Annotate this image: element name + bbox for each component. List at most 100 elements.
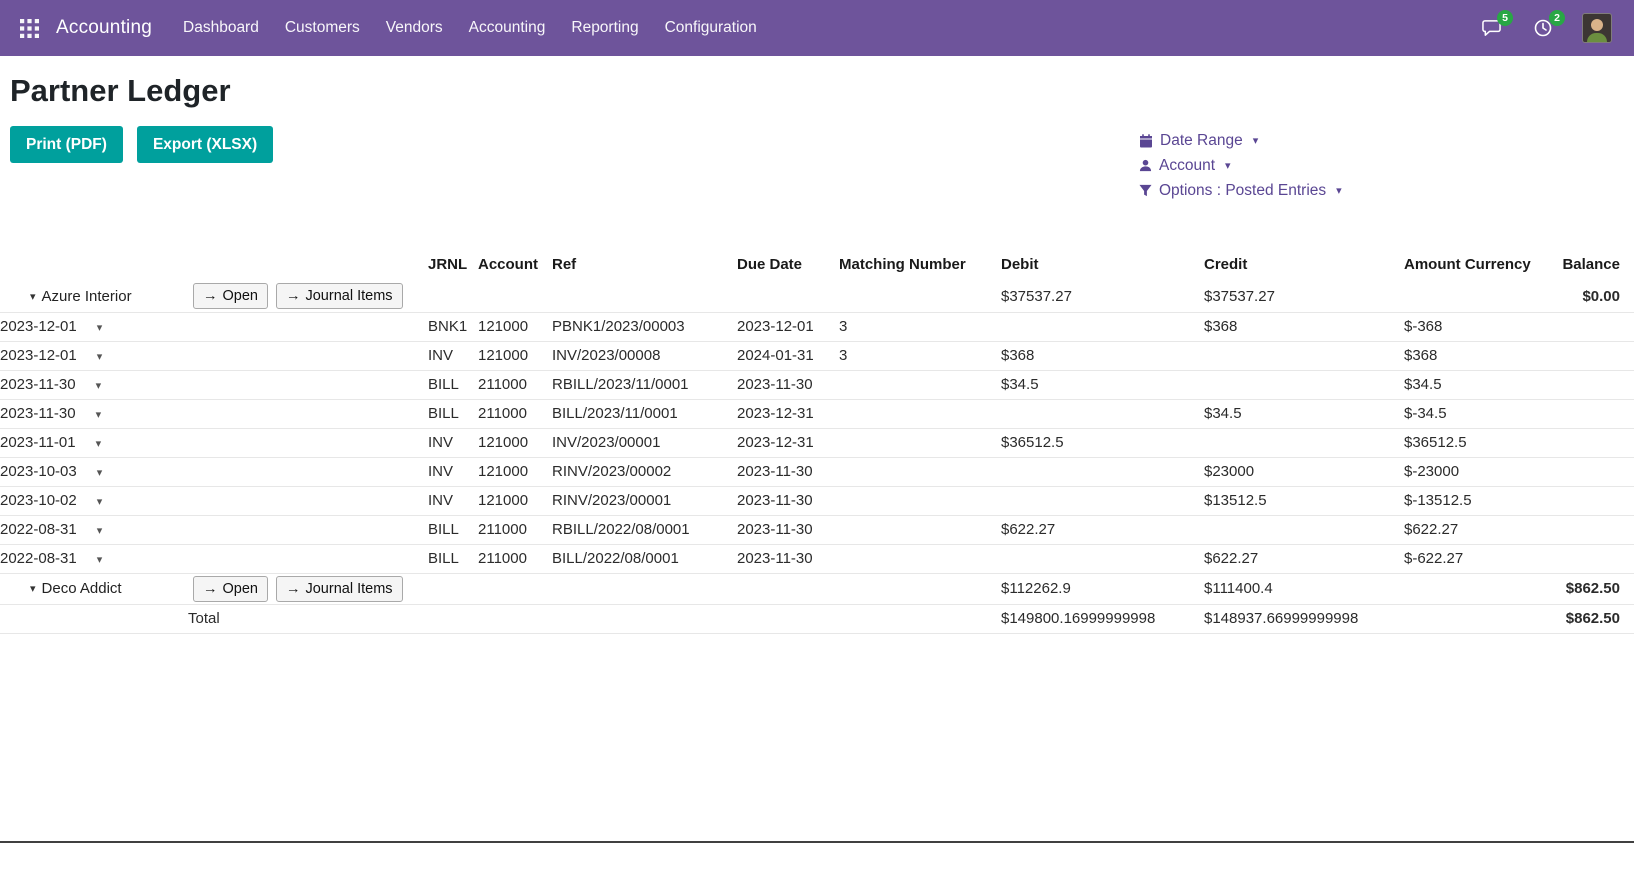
navbar-systray: 5 2	[1478, 13, 1634, 43]
due-date-cell: 2023-12-31	[737, 399, 839, 428]
matching-cell	[839, 486, 1001, 515]
ref-cell: RINV/2023/00002	[552, 457, 737, 486]
ref-cell: PBNK1/2023/00003	[552, 312, 737, 341]
account-cell: 211000	[478, 515, 552, 544]
debit-cell	[1001, 399, 1204, 428]
journal-items-button[interactable]: → Journal Items	[276, 283, 403, 309]
journal-items-button[interactable]: → Journal Items	[276, 576, 403, 602]
messages-icon[interactable]: 5	[1478, 16, 1504, 40]
open-button-label: Open	[223, 288, 258, 304]
caret-down-icon[interactable]: ▾	[97, 554, 103, 566]
caret-down-icon[interactable]: ▾	[97, 322, 103, 334]
jrnl-cell: BILL	[428, 399, 478, 428]
move-date: 2023-11-30	[0, 376, 76, 393]
menu-dashboard[interactable]: Dashboard	[170, 0, 272, 56]
caret-down-icon[interactable]: ▾	[97, 467, 103, 479]
move-date: 2023-10-03	[0, 463, 77, 480]
debit-cell: $37537.27	[1001, 281, 1204, 312]
account-cell: 121000	[478, 428, 552, 457]
balance-cell	[1561, 544, 1634, 573]
ref-cell: INV/2023/00001	[552, 428, 737, 457]
move-date: 2023-11-01	[0, 434, 76, 451]
caret-down-icon[interactable]: ▾	[97, 351, 103, 363]
matching-cell	[839, 428, 1001, 457]
balance-cell	[1561, 370, 1634, 399]
account-cell: 211000	[478, 370, 552, 399]
ref-cell: RINV/2023/00001	[552, 486, 737, 515]
ledger-line-row: 2023-10-03▾ INV 121000 RINV/2023/00002 2…	[0, 457, 1634, 486]
ledger-line-row: 2023-11-30▾ BILL 211000 BILL/2023/11/000…	[0, 399, 1634, 428]
total-label: Total	[0, 604, 1001, 633]
apps-grid-glyph	[20, 19, 39, 38]
credit-cell: $111400.4	[1204, 573, 1404, 604]
caret-down-icon[interactable]: ▾	[96, 438, 102, 450]
account-cell: 121000	[478, 457, 552, 486]
credit-cell: $23000	[1204, 457, 1404, 486]
amount-currency-cell: $36512.5	[1404, 428, 1561, 457]
filter-options[interactable]: Options : Posted Entries ▾	[1139, 178, 1342, 203]
caret-down-icon[interactable]: ▾	[96, 409, 102, 421]
filter-account[interactable]: Account ▾	[1139, 153, 1342, 178]
activities-icon[interactable]: 2	[1530, 16, 1556, 40]
matching-cell	[839, 515, 1001, 544]
move-date: 2023-12-01	[0, 318, 77, 335]
ledger-line-row: 2023-12-01▾ BNK1 121000 PBNK1/2023/00003…	[0, 312, 1634, 341]
user-avatar[interactable]	[1582, 13, 1612, 43]
header-jrnl: JRNL	[428, 247, 478, 281]
ref-cell: RBILL/2022/08/0001	[552, 515, 737, 544]
due-date-cell: 2023-11-30	[737, 486, 839, 515]
matching-cell: 3	[839, 341, 1001, 370]
due-date-cell: 2023-11-30	[737, 370, 839, 399]
menu-accounting[interactable]: Accounting	[456, 0, 559, 56]
menu-reporting[interactable]: Reporting	[558, 0, 651, 56]
messages-badge: 5	[1497, 10, 1513, 26]
partner-row: ▾ Deco Addict → Open → Journal Items $11…	[0, 573, 1634, 604]
caret-down-icon: ▾	[1253, 134, 1259, 147]
apps-grid-icon[interactable]	[16, 15, 42, 41]
balance-cell	[1561, 428, 1634, 457]
menu-configuration[interactable]: Configuration	[652, 0, 770, 56]
amount-currency-cell: $-622.27	[1404, 544, 1561, 573]
debit-cell: $149800.16999999998	[1001, 604, 1204, 633]
filter-date-range[interactable]: Date Range ▾	[1139, 128, 1342, 153]
due-date-cell: 2023-12-01	[737, 312, 839, 341]
due-date-cell: 2023-11-30	[737, 457, 839, 486]
top-navbar: Accounting Dashboard Customers Vendors A…	[0, 0, 1634, 56]
print-pdf-button[interactable]: Print (PDF)	[10, 126, 123, 163]
user-icon	[1139, 159, 1152, 172]
move-date: 2023-11-30	[0, 405, 76, 422]
header-empty	[0, 247, 428, 281]
open-partner-button[interactable]: → Open	[193, 283, 268, 309]
caret-down-icon[interactable]: ▾	[96, 380, 102, 392]
app-brand[interactable]: Accounting	[56, 17, 152, 39]
credit-cell: $37537.27	[1204, 281, 1404, 312]
open-partner-button[interactable]: → Open	[193, 576, 268, 602]
balance-cell: $0.00	[1561, 281, 1634, 312]
ref-cell: RBILL/2023/11/0001	[552, 370, 737, 399]
caret-down-icon[interactable]: ▾	[97, 496, 103, 508]
amount-currency-cell: $622.27	[1404, 515, 1561, 544]
export-xlsx-button[interactable]: Export (XLSX)	[137, 126, 273, 163]
balance-cell	[1561, 457, 1634, 486]
ledger-line-row: 2023-10-02▾ INV 121000 RINV/2023/00001 2…	[0, 486, 1634, 515]
partner-unfold-toggle[interactable]: ▾ Azure Interior	[30, 288, 193, 305]
report-actions: Print (PDF) Export (XLSX)	[10, 126, 1634, 163]
menu-vendors[interactable]: Vendors	[373, 0, 456, 56]
ref-cell: BILL/2022/08/0001	[552, 544, 737, 573]
partner-unfold-toggle[interactable]: ▾ Deco Addict	[30, 580, 193, 597]
caret-down-icon[interactable]: ▾	[97, 525, 103, 537]
amount-currency-cell	[1404, 281, 1561, 312]
balance-cell	[1561, 312, 1634, 341]
jrnl-cell: BILL	[428, 544, 478, 573]
avatar-body-shape	[1587, 33, 1607, 43]
amount-currency-cell: $-13512.5	[1404, 486, 1561, 515]
menu-customers[interactable]: Customers	[272, 0, 373, 56]
balance-cell: $862.50	[1561, 573, 1634, 604]
credit-cell: $622.27	[1204, 544, 1404, 573]
ledger-line-row: 2022-08-31▾ BILL 211000 BILL/2022/08/000…	[0, 544, 1634, 573]
amount-currency-cell: $34.5	[1404, 370, 1561, 399]
account-cell: 211000	[478, 399, 552, 428]
credit-cell	[1204, 515, 1404, 544]
credit-cell: $368	[1204, 312, 1404, 341]
balance-cell	[1561, 486, 1634, 515]
